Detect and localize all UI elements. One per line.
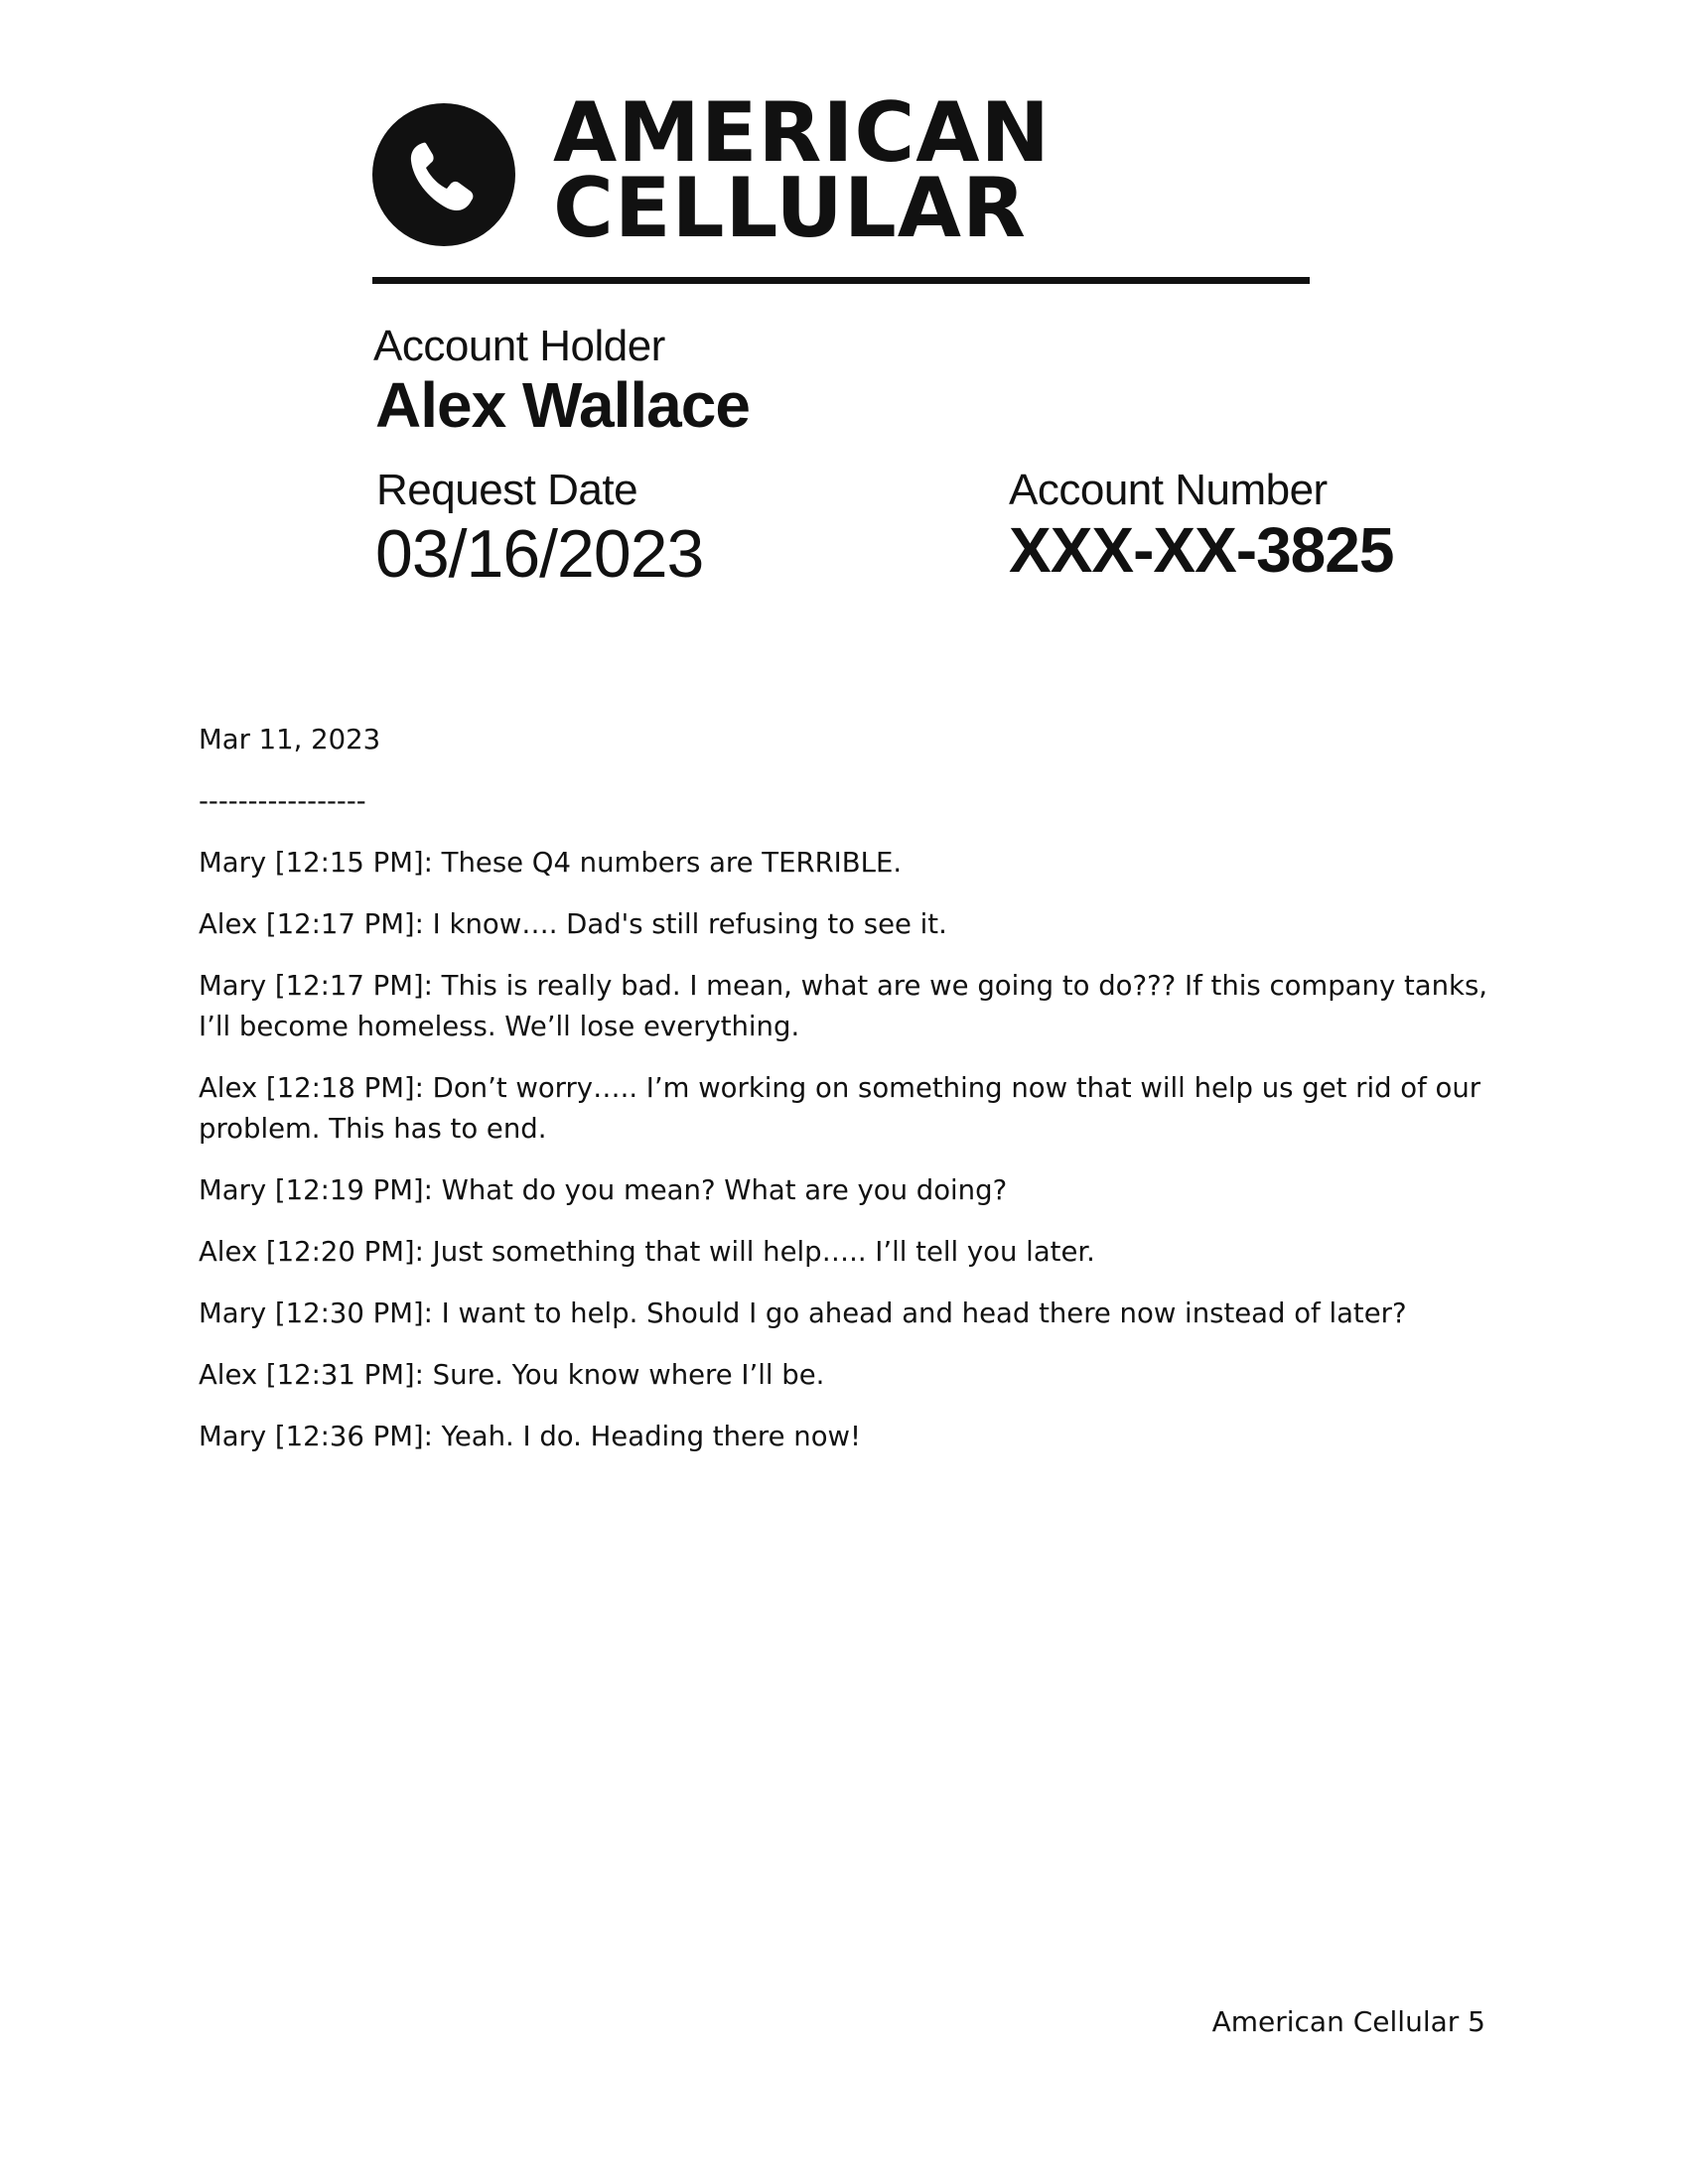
message-line: Alex [12:31 PM]: Sure. You know where I’…: [199, 1359, 825, 1391]
message-line: Mary [12:36 PM]: Yeah. I do. Heading the…: [199, 1421, 862, 1452]
transcript-date: Mar 11, 2023: [199, 724, 381, 755]
page-footer: American Cellular 5: [1211, 2005, 1485, 2038]
message-line: Alex [12:18 PM]: Don’t worry….. I’m work…: [199, 1072, 1481, 1145]
account-number-label: Account Number: [1009, 466, 1328, 514]
phone-logo-icon: [372, 103, 515, 246]
message-line: Mary [12:30 PM]: I want to help. Should …: [199, 1297, 1407, 1329]
message-line: Alex [12:20 PM]: Just something that wil…: [199, 1236, 1095, 1268]
header-divider: [372, 277, 1310, 284]
brand-name: AMERICAN CELLULAR: [553, 91, 1051, 256]
account-holder-name: Alex Wallace: [375, 369, 751, 441]
transcript-separator: -----------------: [199, 785, 366, 817]
message-line: Mary [12:19 PM]: What do you mean? What …: [199, 1174, 1008, 1206]
message-line: Mary [12:17 PM]: This is really bad. I m…: [199, 970, 1488, 1042]
account-number-value: XXX-XX-3825: [1009, 514, 1394, 586]
message-transcript: Mar 11, 2023 ----------------- Mary [12:…: [199, 720, 1489, 1478]
account-holder-label: Account Holder: [373, 322, 665, 370]
request-date-label: Request Date: [376, 466, 638, 514]
request-date-value: 03/16/2023: [375, 516, 704, 592]
message-line: Alex [12:17 PM]: I know…. Dad's still re…: [199, 908, 947, 940]
brand-line-2: CELLULAR: [553, 160, 1027, 256]
message-line: Mary [12:15 PM]: These Q4 numbers are TE…: [199, 847, 903, 879]
